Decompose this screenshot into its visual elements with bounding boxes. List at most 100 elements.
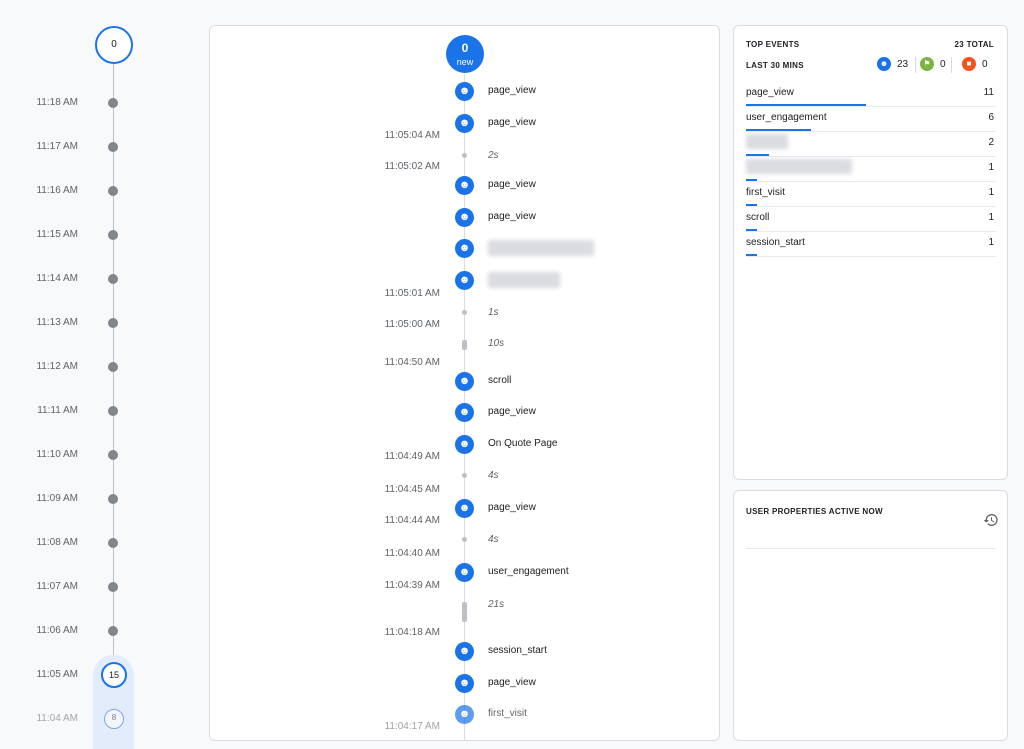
top-event-count: 1 bbox=[988, 212, 994, 223]
top-events-total: 23 TOTAL bbox=[954, 40, 994, 49]
top-event-row[interactable]: session_start 1 bbox=[746, 232, 996, 257]
minute-dot[interactable] bbox=[108, 98, 118, 108]
top-event-row[interactable]: page_view 11 bbox=[746, 82, 996, 107]
user-event-icon: ☻ bbox=[455, 563, 474, 582]
user-event-icon: ☻ bbox=[455, 239, 474, 258]
redacted-event-name bbox=[488, 240, 594, 256]
minute-row[interactable]: 11:10 AM bbox=[0, 445, 200, 465]
event-name: page_view bbox=[488, 677, 536, 688]
event-timestamp: 11:05:04 AM bbox=[384, 130, 440, 141]
stream-event[interactable]: ☻ page_view bbox=[210, 403, 719, 423]
minute-row[interactable]: 11:13 AM bbox=[0, 313, 200, 333]
event-name: session_start bbox=[488, 645, 547, 656]
conversions-count[interactable]: ⚑ 0 bbox=[920, 56, 946, 74]
top-event-name: first_visit bbox=[746, 187, 785, 198]
gap-duration: 10s bbox=[488, 338, 505, 349]
minute-dot[interactable] bbox=[108, 582, 118, 592]
minute-row[interactable]: 11:14 AM bbox=[0, 269, 200, 289]
minute-dot[interactable] bbox=[108, 274, 118, 284]
current-minute-count[interactable]: 0 bbox=[95, 26, 133, 64]
user-event-icon: ☻ bbox=[455, 176, 474, 195]
minute-dot[interactable] bbox=[108, 186, 118, 196]
shopping-icon: ■ bbox=[962, 57, 976, 72]
minute-label: 11:18 AM bbox=[36, 97, 78, 108]
minute-row[interactable]: 11:09 AM bbox=[0, 489, 200, 509]
minute-label: 11:12 AM bbox=[36, 361, 78, 372]
minute-row[interactable]: 11:07 AM bbox=[0, 577, 200, 597]
user-properties-title: USER PROPERTIES ACTIVE NOW bbox=[746, 507, 883, 516]
minute-row[interactable]: 11:18 AM bbox=[0, 93, 200, 113]
top-event-name: user_engagement bbox=[746, 112, 827, 123]
new-count: 0 bbox=[461, 41, 469, 55]
minute-dot[interactable] bbox=[108, 626, 118, 636]
minute-dot[interactable] bbox=[108, 362, 118, 372]
stream-event[interactable]: ☻ page_view bbox=[210, 208, 719, 228]
event-timestamp: 11:04:17 AM bbox=[384, 721, 440, 732]
user-event-icon: ☻ bbox=[455, 208, 474, 227]
minute-label: 11:16 AM bbox=[36, 185, 78, 196]
minute-label: 11:11 AM bbox=[37, 405, 78, 416]
event-name: page_view bbox=[488, 406, 536, 417]
stream-event[interactable]: ☻ On Quote Page bbox=[210, 435, 719, 455]
minute-dot[interactable] bbox=[108, 142, 118, 152]
minute-event-count[interactable]: 8 bbox=[104, 709, 124, 729]
user-properties-card: USER PROPERTIES ACTIVE NOW bbox=[733, 490, 1008, 741]
history-icon[interactable] bbox=[983, 512, 999, 528]
user-events-count[interactable]: ☻ 23 bbox=[877, 56, 908, 74]
top-event-row[interactable]: first_visit 1 bbox=[746, 182, 996, 207]
top-event-count: 2 bbox=[988, 137, 994, 148]
stream-event[interactable]: ☻ page_view bbox=[210, 82, 719, 102]
minute-label: 11:04 AM bbox=[36, 713, 78, 724]
minute-dot[interactable] bbox=[108, 318, 118, 328]
event-timestamp: 11:05:01 AM bbox=[384, 288, 440, 299]
top-event-row[interactable]: 2 bbox=[746, 132, 996, 157]
minute-row[interactable]: 11:08 AM bbox=[0, 533, 200, 553]
divider bbox=[915, 57, 916, 73]
user-event-icon: ☻ bbox=[455, 642, 474, 661]
stream-event[interactable]: ☻ scroll bbox=[210, 372, 719, 392]
top-event-count: 6 bbox=[988, 112, 994, 123]
gap-marker bbox=[462, 602, 467, 622]
minute-timeline: 0 11:18 AM 11:17 AM 11:16 AM 11:15 AM 11… bbox=[0, 0, 200, 749]
top-event-count: 1 bbox=[988, 237, 994, 248]
gap-marker bbox=[462, 153, 467, 158]
stream-event[interactable]: ☻ bbox=[210, 271, 719, 291]
top-event-row[interactable]: user_engagement 6 bbox=[746, 107, 996, 132]
minute-row[interactable]: 11:04 AM 8 bbox=[0, 709, 200, 729]
stream-event[interactable]: ☻ bbox=[210, 239, 719, 259]
minute-dot[interactable] bbox=[108, 450, 118, 460]
stream-event[interactable]: ☻ session_start bbox=[210, 642, 719, 662]
minute-event-count[interactable]: 15 bbox=[101, 662, 127, 688]
top-event-bar bbox=[746, 179, 757, 181]
stream-event[interactable]: ☻ page_view bbox=[210, 674, 719, 694]
stream-event[interactable]: ☻ page_view bbox=[210, 114, 719, 134]
minute-row[interactable]: 11:17 AM bbox=[0, 137, 200, 157]
event-name: first_visit bbox=[488, 708, 527, 719]
minute-row-selected[interactable]: 11:05 AM 15 bbox=[0, 662, 200, 688]
minute-row[interactable]: 11:06 AM bbox=[0, 621, 200, 641]
stream-event[interactable]: ☻ first_visit bbox=[210, 705, 719, 725]
minute-row[interactable]: 11:15 AM bbox=[0, 225, 200, 245]
event-timestamp: 11:04:44 AM bbox=[384, 515, 440, 526]
new-events-indicator[interactable]: 0 new bbox=[446, 35, 484, 73]
event-name: page_view bbox=[488, 117, 536, 128]
stream-event[interactable]: ☻ page_view bbox=[210, 176, 719, 196]
minute-dot[interactable] bbox=[108, 406, 118, 416]
stream-event[interactable]: ☻ page_view bbox=[210, 499, 719, 519]
gap-marker bbox=[462, 340, 467, 350]
ecommerce-count[interactable]: ■ 0 bbox=[962, 56, 988, 74]
minute-dot[interactable] bbox=[108, 494, 118, 504]
stream-event[interactable]: ☻ user_engagement bbox=[210, 563, 719, 583]
top-event-row[interactable]: 1 bbox=[746, 157, 996, 182]
gap-marker bbox=[462, 310, 467, 315]
minute-row[interactable]: 11:12 AM bbox=[0, 357, 200, 377]
time-period-label: LAST 30 MINS bbox=[746, 61, 804, 70]
top-event-row[interactable]: scroll 1 bbox=[746, 207, 996, 232]
minute-dot[interactable] bbox=[108, 538, 118, 548]
minute-dot[interactable] bbox=[108, 230, 118, 240]
minute-row[interactable]: 11:16 AM bbox=[0, 181, 200, 201]
top-events-card: TOP EVENTS 23 TOTAL LAST 30 MINS ☻ 23 ⚑ 0 … bbox=[733, 25, 1008, 480]
minute-row[interactable]: 11:11 AM bbox=[0, 401, 200, 421]
redacted-event-name bbox=[746, 159, 852, 174]
flag-icon: ⚑ bbox=[920, 57, 934, 72]
